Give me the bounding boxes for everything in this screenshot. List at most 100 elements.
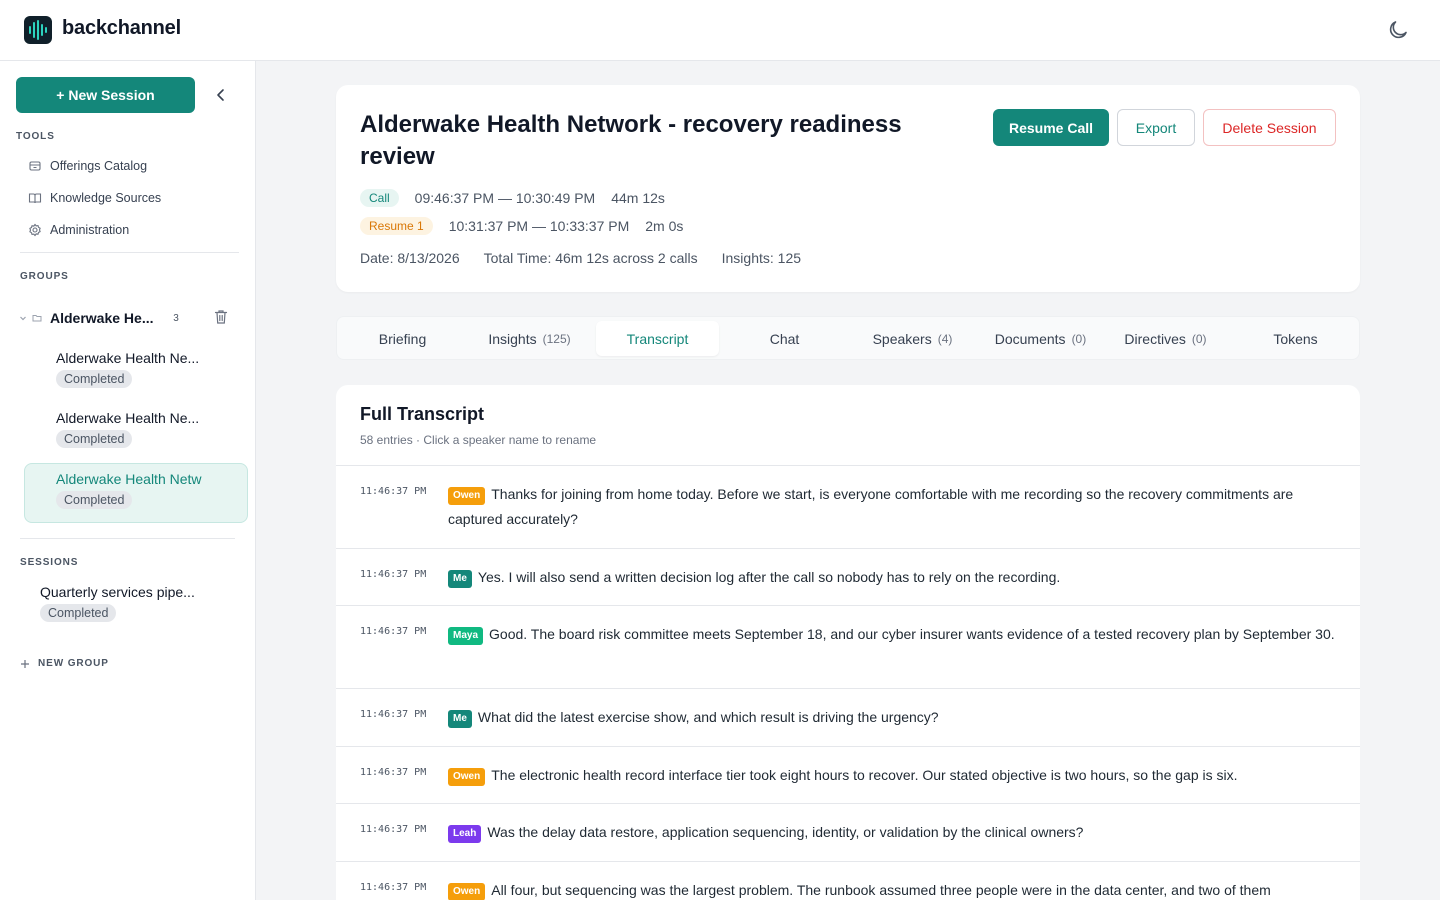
sessions-section-label: SESSIONS	[20, 557, 79, 568]
brand-name[interactable]: backchannel	[62, 17, 181, 40]
resume-time-row: Resume 1 10:31:37 PM — 10:33:37 PM 2m 0s	[360, 217, 683, 235]
session-title: Alderwake Health Netw	[56, 471, 202, 487]
page-title: Alderwake Health Network - recovery read…	[360, 111, 902, 170]
session-title: Alderwake Health Ne...	[56, 410, 200, 426]
session-title: Alderwake Health Ne...	[56, 350, 200, 366]
transcript-entry: 11:46:37 PM Leah Was the delay data resto…	[336, 804, 1360, 862]
gear-icon	[29, 223, 41, 237]
sidebar-item-offerings-catalog[interactable]: Offerings Catalog	[28, 154, 147, 178]
entry-text: Yes. I will also send a written decision…	[477, 569, 1061, 585]
session-total-time: Total Time: 46m 12s across 2 calls	[483, 250, 698, 266]
entry-text-block: Maya Good. The board risk committee meets…	[448, 622, 1336, 647]
dark-mode-moon-icon[interactable]	[1386, 18, 1410, 42]
session-item[interactable]: Quarterly services pipe... Completed	[40, 584, 240, 622]
folder-icon	[32, 315, 42, 322]
tab-speakers[interactable]: Speakers (4)	[851, 321, 974, 356]
tab-label: Transcript	[626, 330, 689, 347]
tab-tokens[interactable]: Tokens	[1234, 321, 1357, 356]
chevron-down-icon[interactable]	[18, 313, 28, 323]
group-row[interactable]: Alderwake He... 3	[16, 305, 240, 331]
tab-label: Chat	[769, 330, 800, 347]
speaker-badge[interactable]: Owen	[448, 768, 486, 786]
session-title: Quarterly services pipe...	[40, 584, 195, 600]
transcript-entry: 11:46:37 PM Maya Good. The board risk com…	[336, 606, 1360, 689]
transcript-title: Full Transcript	[360, 404, 485, 424]
call-time-row: Call 09:46:37 PM — 10:30:49 PM 44m 12s	[360, 189, 665, 207]
tab-briefing[interactable]: Briefing	[341, 321, 464, 356]
speaker-badge[interactable]: Owen	[448, 487, 486, 505]
entry-text: Good. The board risk committee meets Sep…	[489, 626, 1335, 642]
groups-section-label: GROUPS	[20, 271, 69, 282]
tab-transcript[interactable]: Transcript	[596, 321, 719, 356]
group-session-item[interactable]: Alderwake Health Ne... Completed	[24, 402, 248, 460]
delete-group-trash-icon[interactable]	[214, 309, 228, 325]
plus-icon	[21, 659, 29, 668]
tab-label: Directives	[1124, 330, 1186, 347]
tab-documents[interactable]: Documents (0)	[979, 321, 1102, 356]
sidebar-item-label: Offerings Catalog	[50, 159, 148, 173]
tab-insights[interactable]: Insights (125)	[468, 321, 591, 356]
brand-logo-icon[interactable]	[24, 16, 52, 44]
collapse-sidebar-chevron-left-icon[interactable]	[212, 85, 230, 105]
group-session-item[interactable]: Alderwake Health Ne... Completed	[24, 342, 248, 400]
sidebar-item-administration[interactable]: Administration	[28, 218, 129, 242]
delete-session-button[interactable]: Delete Session	[1203, 109, 1336, 146]
status-badge: Completed	[40, 604, 117, 622]
transcript-entry: 11:46:37 PM Me Yes. I will also send a wr…	[336, 549, 1360, 606]
call-time-range: 10:31:37 PM — 10:33:37 PM	[448, 218, 630, 234]
call-duration: 44m 12s	[611, 190, 665, 206]
speaker-badge[interactable]: Owen	[448, 883, 486, 900]
tab-count: (0)	[1071, 331, 1087, 346]
new-group-label: NEW GROUP	[38, 658, 109, 669]
transcript-subtitle: 58 entries · Click a speaker name to ren…	[360, 433, 597, 447]
divider	[20, 538, 235, 539]
tab-label: Insights	[488, 330, 537, 347]
entry-text-block: Owen All four, but sequencing was the lar…	[448, 878, 1336, 900]
new-group-button[interactable]: NEW GROUP	[20, 658, 109, 669]
entry-timestamp: 11:46:37 PM	[360, 486, 427, 497]
status-badge: Completed	[56, 430, 133, 448]
sidebar-item-label: Knowledge Sources	[50, 191, 162, 205]
entry-text: The electronic health record interface t…	[491, 767, 1238, 783]
tab-label: Briefing	[378, 330, 427, 347]
transcript-entry: 11:46:37 PM Owen All four, but sequencing…	[336, 862, 1360, 900]
tab-label: Documents	[994, 330, 1066, 347]
status-badge: Completed	[56, 370, 133, 388]
session-insights-count: Insights: 125	[721, 250, 802, 266]
entry-text-block: Me Yes. I will also send a written decisi…	[448, 565, 1336, 590]
entry-text: Thanks for joining from home today. Befo…	[448, 486, 1294, 527]
transcript-panel[interactable]: Full Transcript 58 entries · Click a spe…	[336, 385, 1360, 900]
entry-text-block: Leah Was the delay data restore, applicat…	[448, 820, 1336, 845]
tab-count: (4)	[937, 331, 953, 346]
entry-text: Was the delay data restore, application …	[487, 824, 1084, 840]
transcript-entry: 11:46:37 PM Me What did the latest exerci…	[336, 689, 1360, 747]
tab-label: Tokens	[1273, 330, 1318, 347]
status-badge: Completed	[56, 491, 133, 509]
tab-directives[interactable]: Directives (0)	[1104, 321, 1227, 356]
top-bar: backchannel	[0, 0, 1440, 61]
call-time-range: 09:46:37 PM — 10:30:49 PM	[414, 190, 596, 206]
sidebar: + New Session TOOLS Offerings Catalog Kn…	[0, 61, 256, 900]
group-name: Alderwake He...	[50, 310, 154, 326]
tab-count: (125)	[542, 331, 571, 346]
entry-text: All four, but sequencing was the largest…	[491, 882, 1271, 898]
entry-timestamp: 11:46:37 PM	[360, 626, 427, 637]
call-tag: Call	[360, 189, 399, 207]
entry-timestamp: 11:46:37 PM	[360, 882, 427, 893]
resume-call-button[interactable]: Resume Call	[993, 109, 1109, 146]
divider	[20, 252, 239, 253]
entry-timestamp: 11:46:37 PM	[360, 569, 427, 580]
sidebar-item-knowledge-sources[interactable]: Knowledge Sources	[28, 186, 161, 210]
tools-section-label: TOOLS	[16, 131, 55, 142]
speaker-badge[interactable]: Leah	[448, 825, 482, 843]
tab-chat[interactable]: Chat	[723, 321, 846, 356]
speaker-badge[interactable]: Maya	[448, 627, 484, 645]
new-session-button[interactable]: + New Session	[16, 77, 195, 113]
entry-timestamp: 11:46:37 PM	[360, 767, 427, 778]
speaker-badge[interactable]: Me	[448, 570, 472, 588]
group-session-item-active[interactable]: Alderwake Health Netw Completed	[24, 463, 248, 523]
entry-text: What did the latest exercise show, and w…	[477, 709, 939, 725]
export-button[interactable]: Export	[1117, 109, 1195, 146]
call-duration: 2m 0s	[645, 218, 684, 234]
speaker-badge[interactable]: Me	[448, 710, 472, 728]
